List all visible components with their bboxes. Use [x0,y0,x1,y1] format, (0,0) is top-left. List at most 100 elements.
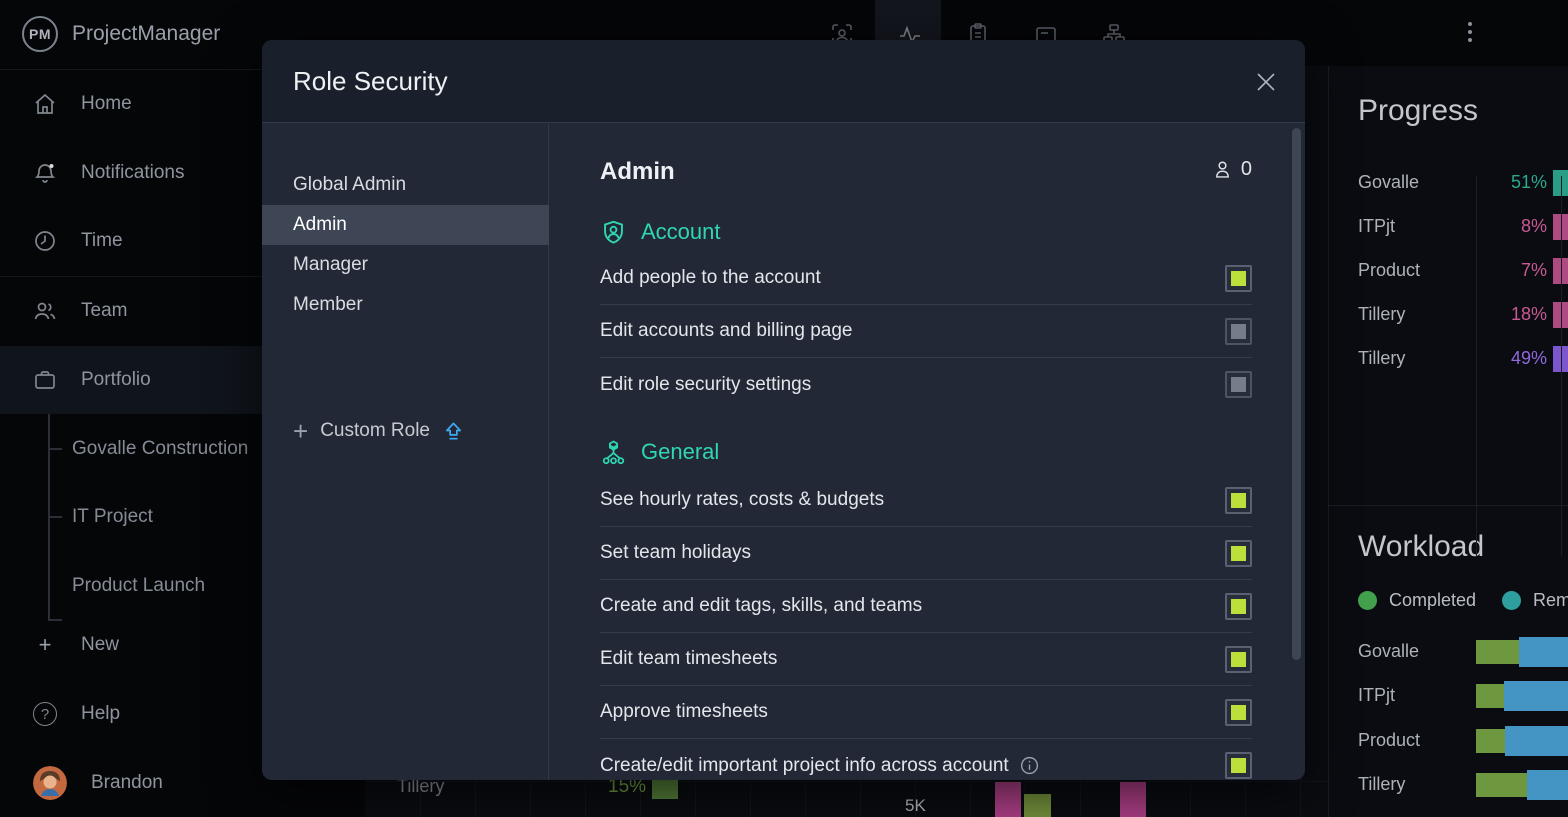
role-detail: Admin 0 Account Add people to the accoun… [600,124,1252,780]
permission-checkbox[interactable] [1225,265,1252,292]
permission-label: Create and edit tags, skills, and teams [600,595,922,617]
info-icon[interactable] [1019,755,1040,776]
bg-bar-magenta [995,782,1021,817]
role-item-admin[interactable]: Admin [262,205,549,245]
sidebar-item-label: New [81,634,119,656]
plus-icon: + [33,632,57,658]
permission-checkbox[interactable] [1225,318,1252,345]
legend-label: Remaining [1533,590,1568,611]
progress-project-name: Product [1358,260,1420,281]
help-icon: ? [33,702,57,726]
sidebar-item-label: Notifications [81,162,185,184]
role-item-global-admin[interactable]: Global Admin [262,165,549,205]
permission-row: Add people to the account [600,252,1252,305]
section-header-general: General [600,432,719,472]
clock-icon [33,229,57,253]
chart-gridline [1561,176,1562,556]
tree-connector [48,516,62,518]
permission-checkbox[interactable] [1225,371,1252,398]
permission-checkbox[interactable] [1225,487,1252,514]
brand[interactable]: PM ProjectManager [22,16,220,52]
workload-bar-completed [1476,684,1504,708]
progress-row: Tillery 18% [1329,293,1568,337]
permission-label: Add people to the account [600,267,821,289]
role-item-member[interactable]: Member [262,285,549,325]
custom-role-label: Custom Role [320,420,430,442]
progress-percent: 8% [1521,216,1547,237]
panel-divider [1329,505,1568,506]
person-icon [1212,159,1233,180]
permission-checkbox[interactable] [1225,699,1252,726]
team-icon [33,299,57,323]
account-permission-rows: Add people to the account Edit accounts … [600,252,1252,411]
progress-panel-title: Progress [1358,94,1478,128]
completed-legend-dot [1358,591,1377,610]
permission-checkbox[interactable] [1225,752,1252,779]
bg-bar-olive [1024,794,1051,817]
permission-row: See hourly rates, costs & budgets [600,474,1252,527]
plus-icon: + [293,419,308,443]
workload-bar-remaining [1504,681,1568,711]
permission-checkbox[interactable] [1225,646,1252,673]
workload-legend: Completed Remaining [1358,590,1568,611]
role-detail-title-row: Admin 0 [600,150,1252,198]
permission-label: See hourly rates, costs & budgets [600,489,884,511]
sidebar-item-label: Help [81,703,120,725]
chart-gridline [365,781,1328,782]
modal-scrollbar-thumb[interactable] [1292,128,1301,660]
close-icon[interactable] [1254,70,1278,94]
custom-role-button[interactable]: + Custom Role [293,414,465,448]
workload-bar-remaining [1505,726,1568,756]
workload-row: Product [1329,719,1568,763]
permission-label: Approve timesheets [600,701,768,723]
brand-name: ProjectManager [72,22,220,46]
permission-label: Edit accounts and billing page [600,320,852,342]
modal-title: Role Security [293,66,448,97]
workload-row: Tillery [1329,763,1568,807]
sidebar-item-label: Portfolio [81,369,151,391]
permission-checkbox[interactable] [1225,540,1252,567]
permission-row: Edit role security settings [600,358,1252,411]
workload-bar [1476,719,1568,763]
workload-bar [1476,674,1568,718]
sidebar-item-label: Home [81,93,132,115]
workload-project-name: Govalle [1358,641,1419,662]
permission-label: Edit team timesheets [600,648,777,670]
section-title: General [641,439,719,465]
progress-project-name: Tillery [1358,348,1405,369]
sidebar-item-label: Team [81,300,127,322]
role-detail-title: Admin [600,158,675,186]
workload-row: ITPjt [1329,674,1568,718]
workload-project-name: ITPjt [1358,685,1395,706]
bg-axis-label: 5K [905,796,926,816]
permission-checkbox[interactable] [1225,593,1252,620]
workload-bar [1476,630,1568,674]
permission-label: Set team holidays [600,542,751,564]
progress-percent: 51% [1511,172,1547,193]
progress-percent: 7% [1521,260,1547,281]
progress-row: Tillery 49% [1329,337,1568,381]
app-root: PM ProjectManager [0,0,1568,817]
permission-label-text: Create/edit important project info acros… [600,755,1009,777]
permission-row: Create and edit tags, skills, and teams [600,580,1252,633]
permission-row: Set team holidays [600,527,1252,580]
progress-percent: 49% [1511,348,1547,369]
workload-project-name: Product [1358,730,1420,751]
shield-user-icon [600,219,627,246]
sitemap-icon [600,439,627,466]
workload-row: Govalle [1329,630,1568,674]
permission-row: Edit team timesheets [600,633,1252,686]
workload-bar-remaining [1519,637,1568,667]
permission-row: Approve timesheets [600,686,1252,739]
bg-bar-magenta [1120,782,1146,817]
avatar [33,766,67,800]
sidebar-item-label: Time [81,230,123,252]
section-title: Account [641,219,721,245]
tree-connector [48,448,62,450]
modal-header: Role Security [262,40,1305,123]
role-list: Global Admin Admin Manager Member + Cust… [262,124,549,780]
workload-bar-remaining [1527,770,1568,800]
kebab-menu-icon[interactable] [1468,20,1472,43]
role-item-manager[interactable]: Manager [262,245,549,285]
workload-bar-completed [1476,773,1527,797]
